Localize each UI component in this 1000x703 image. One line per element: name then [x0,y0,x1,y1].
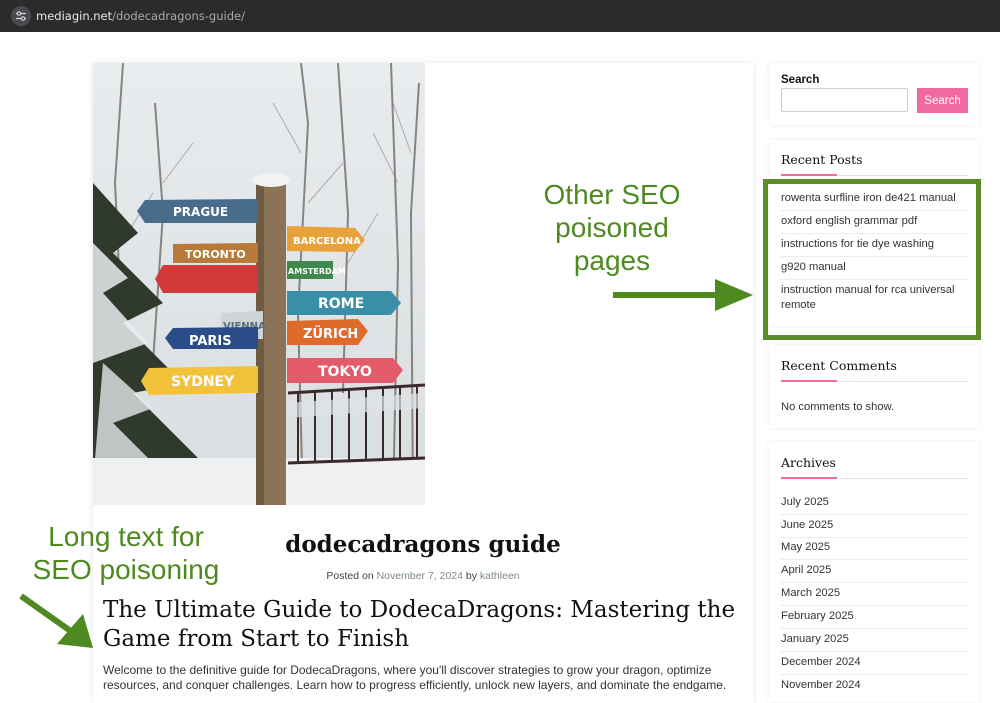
sign-amsterdam: AMSTERDAM [288,267,346,276]
post-date-link[interactable]: November 7, 2024 [377,570,463,582]
site-settings-icon[interactable] [11,6,31,26]
annotation-arrow-diagonal [19,593,93,648]
archive-link[interactable]: February 2025 [781,609,969,624]
title-underline [781,174,968,176]
list-divider [781,537,968,538]
list-divider [781,605,968,606]
title-underline [781,380,968,382]
archive-link[interactable]: March 2025 [781,586,969,601]
annotation-line: SEO poisoning [32,554,220,585]
archive-link[interactable]: July 2025 [781,495,969,510]
search-input[interactable] [781,88,908,112]
list-divider [781,651,968,652]
search-widget: Search Search [769,63,979,125]
url-field[interactable]: mediagin.net/dodecadragons-guide/ [36,9,245,23]
article-card: PRAGUE TORONTO BARCELONA AMSTERDAM ROME … [93,63,753,703]
recent-comments-widget: Recent Comments No comments to show. [769,345,979,428]
annotation-line: Other SEO [543,179,681,210]
annotation-highlight-box [763,179,981,340]
archives-widget: Archives July 2025 June 2025 May 2025 Ap… [769,442,979,702]
archives-title: Archives [781,455,836,470]
recent-posts-title: Recent Posts [781,152,863,167]
archive-link[interactable]: April 2025 [781,563,969,578]
sign-paris: PARIS [189,334,232,349]
article-heading: The Ultimate Guide to DodecaDragons: Mas… [103,597,736,652]
sign-barcelona: BARCELONA [293,236,361,247]
list-divider [781,674,968,675]
annotation-line: Long text for [48,521,204,552]
no-comments-text: No comments to show. [781,401,895,413]
sign-zurich: ZÜRICH [303,326,358,342]
url-path: /dodecadragons-guide/ [112,9,245,23]
featured-image-signpost: PRAGUE TORONTO BARCELONA AMSTERDAM ROME … [93,63,425,505]
recent-comments-title: Recent Comments [781,358,897,373]
sign-toronto: TORONTO [185,248,246,261]
archive-link[interactable]: May 2025 [781,540,969,555]
list-divider [781,582,968,583]
archive-link[interactable]: June 2025 [781,518,969,533]
list-divider [781,514,968,515]
title-underline [781,477,968,479]
search-label: Search [781,74,820,86]
url-host: mediagin.net [36,9,113,23]
by-label: by [465,570,477,582]
list-divider [781,559,968,560]
search-button[interactable]: Search [917,88,968,113]
annotation-long-text-label: Long text for SEO poisoning [20,520,232,586]
annotation-line: poisoned [555,212,669,243]
annotation-line: pages [573,245,651,276]
sign-tokyo: TOKYO [318,364,372,380]
archive-link[interactable]: January 2025 [781,632,969,647]
author-link[interactable]: kathleen [480,570,520,582]
archive-link[interactable]: December 2024 [781,655,969,670]
sign-sydney: SYDNEY [171,374,235,390]
annotation-seo-pages-label: Other SEO poisoned pages [522,178,702,277]
sign-prague: PRAGUE [173,205,228,219]
browser-address-bar: mediagin.net/dodecadragons-guide/ [0,0,1000,32]
sign-rome: ROME [318,296,364,312]
list-divider [781,628,968,629]
article-intro: Welcome to the definitive guide for Dode… [103,663,727,692]
posted-on-label: Posted on [326,570,374,582]
annotation-arrow-right [613,279,753,311]
archive-link[interactable]: November 2024 [781,678,969,693]
